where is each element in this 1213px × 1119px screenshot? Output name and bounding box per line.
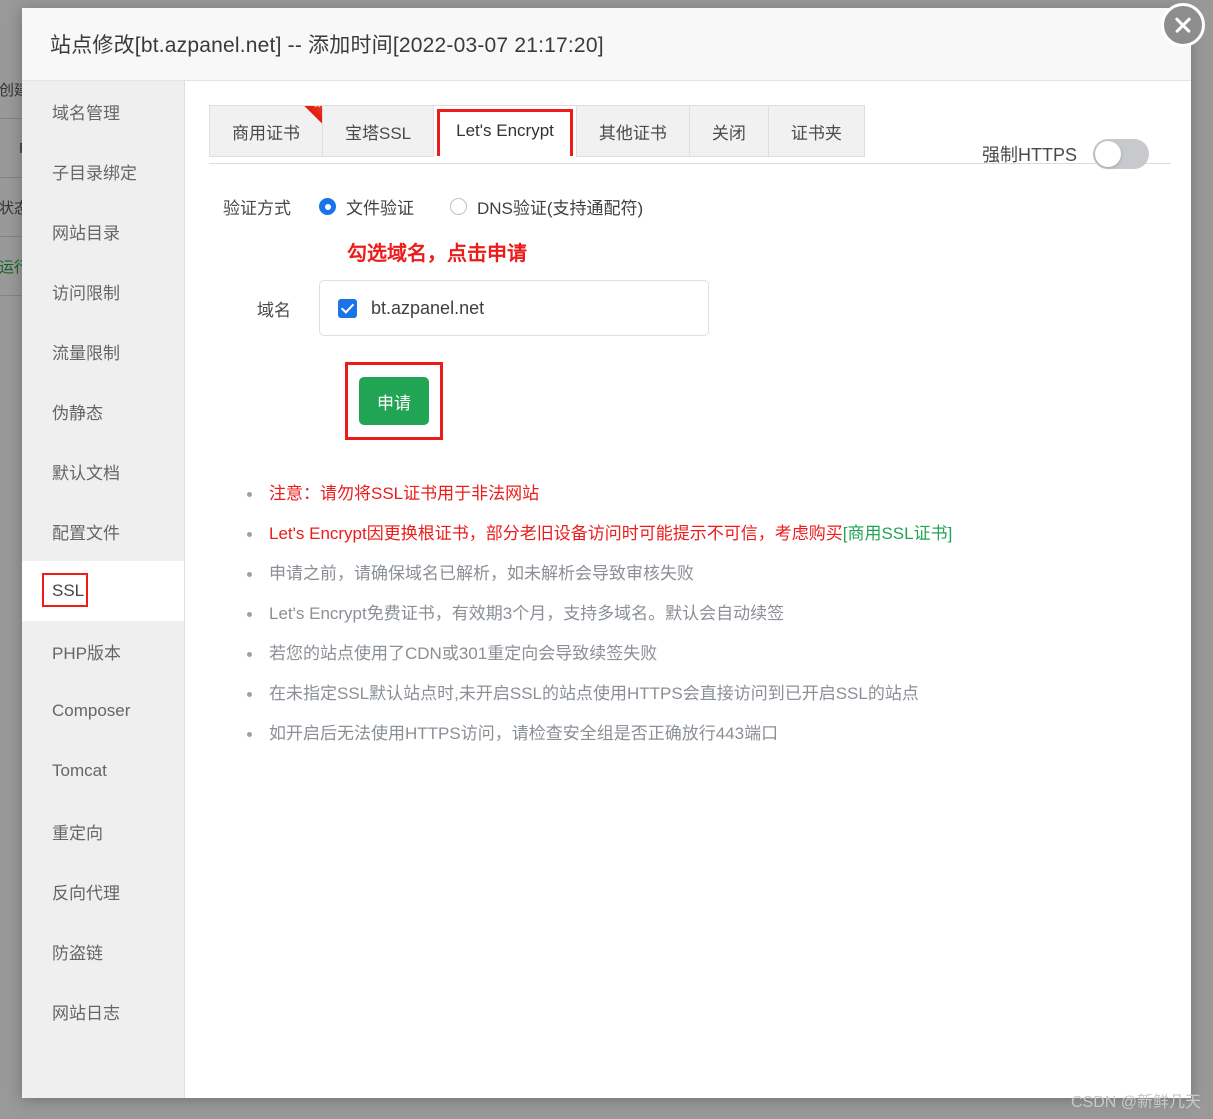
note-text: Let's Encrypt因更换根证书，部分老旧设备访问时可能提示不可信，考虑购…	[269, 524, 843, 543]
sidebar-item-anti-leech[interactable]: 防盗链	[22, 921, 184, 981]
tab-close-ssl[interactable]: 关闭	[688, 105, 768, 157]
sidebar-item-label: 配置文件	[52, 523, 120, 543]
site-edit-modal: 站点修改[bt.azpanel.net] -- 添加时间[2022-03-07 …	[22, 8, 1191, 1098]
sidebar-item-access-limit[interactable]: 访问限制	[22, 261, 184, 321]
main-content: 商用证书 推荐 宝塔SSL Let's Encrypt 其他证书 关闭	[185, 81, 1191, 1098]
watermark: CSDN @新鲜几天	[1070, 1094, 1201, 1111]
note-text: 申请之前，请确保域名已解析，如未解析会导致审核失败	[269, 564, 694, 583]
list-item: Let's Encrypt因更换根证书，部分老旧设备访问时可能提示不可信，考虑购…	[243, 514, 1143, 554]
sidebar-item-ssl[interactable]: SSL	[22, 561, 184, 621]
modal-body: 域名管理 子目录绑定 网站目录 访问限制 流量限制 伪静态 默认文档 配置文件 …	[22, 81, 1191, 1098]
lets-encrypt-form: 验证方式 文件验证 DNS验证(支持通配符) 勾选域名，点击申请 域名 bt.a…	[185, 164, 1191, 754]
sidebar-item-site-dir[interactable]: 网站目录	[22, 201, 184, 261]
sidebar-item-tomcat[interactable]: Tomcat	[22, 741, 184, 801]
tab-label: 证书夹	[790, 123, 842, 143]
sidebar-item-label: 防盗链	[52, 943, 103, 963]
list-item: 若您的站点使用了CDN或301重定向会导致续签失败	[243, 634, 1143, 674]
tab-label: Let's Encrypt	[456, 121, 554, 140]
sidebar-item-rewrite[interactable]: 伪静态	[22, 381, 184, 441]
radio-dns-verify[interactable]: DNS验证(支持通配符)	[450, 194, 643, 219]
sidebar-item-php-version[interactable]: PHP版本	[22, 621, 184, 681]
list-item: 如开启后无法使用HTTPS访问，请检查安全组是否正确放行443端口	[243, 714, 1143, 754]
domain-checkbox[interactable]	[338, 298, 357, 318]
radio-label: DNS验证(支持通配符)	[477, 199, 644, 218]
sidebar-item-domain-manage[interactable]: 域名管理	[22, 81, 184, 141]
commercial-ssl-link[interactable]: [商用SSL证书]	[843, 524, 953, 543]
list-item: 注意：请勿将SSL证书用于非法网站	[243, 474, 1143, 514]
list-item: 申请之前，请确保域名已解析，如未解析会导致审核失败	[243, 554, 1143, 594]
radio-indicator	[319, 198, 336, 215]
sidebar: 域名管理 子目录绑定 网站目录 访问限制 流量限制 伪静态 默认文档 配置文件 …	[22, 81, 185, 1098]
page-title: 站点修改[bt.azpanel.net] -- 添加时间[2022-03-07 …	[50, 34, 604, 57]
sidebar-item-label: 流量限制	[52, 343, 120, 363]
sidebar-item-traffic-limit[interactable]: 流量限制	[22, 321, 184, 381]
sidebar-item-label: Tomcat	[52, 761, 107, 780]
domain-name-text: bt.azpanel.net	[371, 297, 485, 318]
note-text: 在未指定SSL默认站点时,未开启SSL的站点使用HTTPS会直接访问到已开启SS…	[269, 684, 919, 703]
tab-bt-ssl[interactable]: 宝塔SSL	[322, 105, 434, 157]
sidebar-item-redirect[interactable]: 重定向	[22, 801, 184, 861]
apply-button-container: 申请	[345, 362, 443, 440]
note-text: 注意：请勿将SSL证书用于非法网站	[269, 484, 540, 503]
sidebar-item-default-doc[interactable]: 默认文档	[22, 441, 184, 501]
verify-method-radio-group: 文件验证 DNS验证(支持通配符)	[319, 194, 643, 219]
sidebar-item-composer[interactable]: Composer	[22, 681, 184, 741]
apply-button[interactable]: 申请	[359, 377, 429, 425]
list-item: 在未指定SSL默认站点时,未开启SSL的站点使用HTTPS会直接访问到已开启SS…	[243, 674, 1143, 714]
verify-method-label: 验证方式	[223, 199, 291, 218]
sidebar-item-label: 反向代理	[52, 883, 120, 903]
note-text: Let's Encrypt免费证书，有效期3个月，支持多域名。默认会自动续签	[269, 604, 785, 623]
domain-row: 域名 bt.azpanel.net	[209, 280, 1167, 336]
modal-header: 站点修改[bt.azpanel.net] -- 添加时间[2022-03-07 …	[22, 8, 1191, 81]
domain-label: 域名	[257, 300, 291, 320]
list-item: Let's Encrypt免费证书，有效期3个月，支持多域名。默认会自动续签	[243, 594, 1143, 634]
sidebar-item-label: 伪静态	[52, 403, 103, 423]
tab-other-cert[interactable]: 其他证书	[575, 105, 689, 157]
sidebar-item-subdir-bind[interactable]: 子目录绑定	[22, 141, 184, 201]
sidebar-item-label: 重定向	[52, 823, 103, 843]
tab-commercial-cert[interactable]: 商用证书 推荐	[209, 105, 322, 157]
tab-cert-folder[interactable]: 证书夹	[767, 105, 865, 157]
tab-lets-encrypt[interactable]: Let's Encrypt	[433, 105, 576, 157]
sidebar-item-reverse-proxy[interactable]: 反向代理	[22, 861, 184, 921]
note-text: 如开启后无法使用HTTPS访问，请检查安全组是否正确放行443端口	[269, 724, 779, 743]
note-text: 若您的站点使用了CDN或301重定向会导致续签失败	[269, 644, 658, 663]
toggle-knob	[1095, 141, 1121, 167]
tab-label: 其他证书	[598, 123, 667, 143]
force-https-control: 强制HTTPS	[982, 139, 1149, 169]
verify-method-row: 验证方式 文件验证 DNS验证(支持通配符)	[209, 194, 1167, 219]
sidebar-item-label: 默认文档	[52, 463, 120, 483]
force-https-toggle[interactable]	[1093, 139, 1149, 169]
sidebar-item-site-log[interactable]: 网站日志	[22, 981, 184, 1041]
close-icon[interactable]	[1161, 3, 1205, 47]
tab-label: 宝塔SSL	[345, 123, 412, 143]
notes-list: 注意：请勿将SSL证书用于非法网站 Let's Encrypt因更换根证书，部分…	[209, 474, 1167, 754]
sidebar-item-label: PHP版本	[52, 643, 121, 663]
annotation-instruction-text: 勾选域名，点击申请	[347, 243, 527, 265]
sidebar-item-label: 域名管理	[52, 103, 120, 123]
tab-label: 关闭	[711, 123, 746, 143]
sidebar-item-label: 访问限制	[52, 283, 120, 303]
sidebar-item-config-file[interactable]: 配置文件	[22, 501, 184, 561]
radio-indicator	[450, 198, 467, 215]
sidebar-item-label: 子目录绑定	[52, 163, 137, 183]
radio-file-verify[interactable]: 文件验证	[319, 194, 414, 219]
radio-label: 文件验证	[346, 199, 414, 218]
force-https-label: 强制HTTPS	[981, 145, 1077, 165]
tabstrip-container: 商用证书 推荐 宝塔SSL Let's Encrypt 其他证书 关闭	[209, 105, 1171, 169]
sidebar-item-label: SSL	[52, 581, 85, 600]
sidebar-item-label: 网站目录	[52, 223, 120, 243]
domain-list-box: bt.azpanel.net	[319, 280, 709, 336]
sidebar-item-label: 网站日志	[52, 1003, 120, 1023]
sidebar-item-label: Composer	[52, 701, 131, 720]
tab-label: 商用证书	[232, 123, 300, 143]
